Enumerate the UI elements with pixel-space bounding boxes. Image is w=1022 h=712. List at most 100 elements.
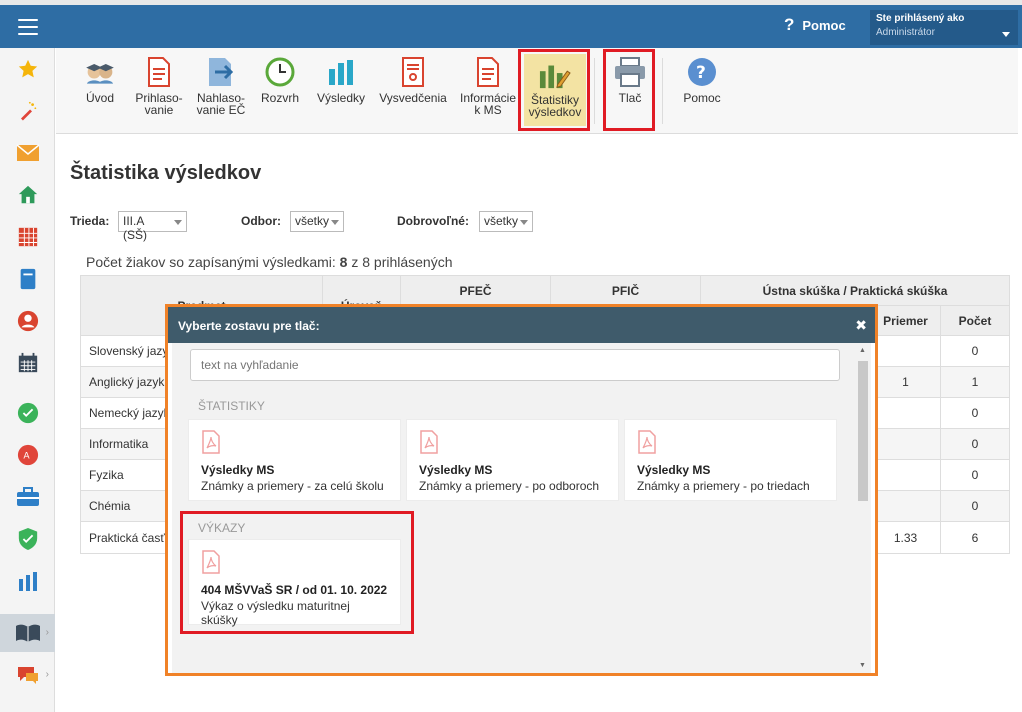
chevron-down-icon	[331, 220, 339, 225]
sidebar-item-attendance[interactable]	[0, 394, 55, 432]
scroll-down-icon[interactable]: ▼	[859, 662, 866, 669]
pdf-icon	[638, 430, 656, 454]
sidebar-item-wizard[interactable]	[0, 92, 55, 130]
header-help-label: Pomoc	[802, 17, 846, 33]
sidebar-item-classbook[interactable]	[0, 260, 55, 298]
pdf-icon	[420, 430, 438, 454]
card-subtitle: Známky a priemery - za celú školu	[201, 479, 384, 493]
filter-trieda-select[interactable]: III.A (SŠ)	[118, 211, 187, 242]
page-title: Štatistika výsledkov	[70, 162, 262, 184]
dialog-scrollbar[interactable]: ▲ ▼	[857, 347, 869, 669]
sidebar-item-grades[interactable]: A	[0, 436, 55, 474]
card-subtitle: Známky a priemery - po odboroch	[419, 479, 600, 493]
sidebar-item-school[interactable]	[0, 176, 55, 214]
toolbar-pomoc-label: Pomoc	[683, 91, 721, 105]
magic-wand-icon	[20, 101, 36, 121]
hamburger-menu-icon[interactable]	[18, 19, 38, 35]
toolbar-uvod-label: Úvod	[85, 91, 114, 105]
scroll-thumb[interactable]	[858, 361, 868, 501]
section-statistiky: ŠTATISTIKY	[198, 399, 265, 413]
header-ustna: Ústna skúška / Praktická skúška	[700, 275, 1010, 306]
chevron-right-icon: ›	[45, 627, 49, 638]
chevron-down-icon	[1002, 32, 1010, 37]
toolbar-vysvedcenia-label: Vysvedčenia	[379, 91, 447, 105]
row-pocet: 0	[940, 397, 1010, 429]
toolbar-prihlasovanie[interactable]: Prihlaso- vanie	[132, 56, 186, 116]
bar-chart-icon	[329, 60, 353, 85]
row-priemer	[870, 397, 941, 429]
sidebar-item-management[interactable]	[0, 478, 55, 516]
toolbar-informacie[interactable]: Informácie k MS	[458, 56, 518, 116]
toolbar-rozvrh[interactable]: Rozvrh	[256, 56, 304, 104]
row-priemer	[870, 459, 941, 491]
user-role: Administrátor	[876, 27, 935, 38]
notebook-icon	[20, 268, 35, 290]
row-priemer	[870, 335, 941, 367]
report-card-odbory[interactable]: Výsledky MS Známky a priemery - po odbor…	[406, 419, 619, 501]
calendar-icon	[18, 352, 37, 373]
shield-icon	[18, 528, 37, 550]
toolbar-nahlasovanie[interactable]: Nahlaso- vanie EČ	[194, 56, 248, 116]
top-bar: ? Pomoc Ste prihlásený ako Administrátor	[0, 0, 1022, 48]
scroll-up-icon[interactable]: ▲	[859, 347, 866, 354]
toolbar-uvod[interactable]: Úvod	[76, 56, 124, 104]
filter-odbor-value: všetky	[295, 214, 330, 228]
toolbar-pomoc[interactable]: ? Pomoc	[678, 56, 726, 104]
svg-text:?: ?	[696, 63, 706, 83]
bar-chart-icon	[18, 572, 37, 591]
toolbar-vysledky-label: Výsledky	[316, 91, 366, 105]
row-priemer: 1.33	[870, 521, 941, 554]
student-count: Počet žiakov so zapísanými výsledkami: 8…	[86, 254, 453, 270]
toolbar-separator	[594, 58, 595, 124]
row-pocet: 1	[940, 366, 1010, 398]
row-pocet: 0	[940, 335, 1010, 367]
chevron-down-icon	[174, 220, 182, 225]
badge-icon: A	[17, 444, 38, 466]
sidebar-item-statistics[interactable]	[0, 562, 55, 600]
help-icon: ?	[784, 15, 795, 34]
row-pocet: 0	[940, 490, 1010, 522]
home-icon	[18, 185, 37, 204]
toolbar-rozvrh-label: Rozvrh	[260, 91, 299, 105]
toolbar-informacie-label: Informácie k MS	[459, 91, 517, 117]
header-help-link[interactable]: ? Pomoc	[784, 15, 846, 35]
sidebar-item-calendar[interactable]	[0, 344, 55, 382]
header-priemer: Priemer	[870, 305, 941, 336]
check-circle-icon	[17, 402, 38, 424]
sidebar-item-messages[interactable]	[0, 134, 55, 172]
row-pocet: 6	[940, 521, 1010, 554]
search-input[interactable]	[190, 349, 840, 381]
toolbar-prihlasovanie-label: Prihlaso- vanie	[135, 91, 183, 117]
pdf-icon	[202, 430, 220, 454]
card-title: Výsledky MS	[637, 463, 711, 477]
sidebar-item-favorites[interactable]	[0, 50, 55, 88]
user-line1: Ste prihlásený ako	[876, 13, 965, 24]
chat-icon	[17, 667, 38, 684]
dialog-header: Vyberte zostavu pre tlač: ✖	[168, 307, 875, 343]
open-book-icon	[15, 624, 40, 642]
row-pocet: 0	[940, 428, 1010, 460]
toolbar-vysvedcenia[interactable]: Vysvedčenia	[376, 56, 450, 104]
report-card-triedy[interactable]: Výsledky MS Známky a priemery - po tried…	[624, 419, 837, 501]
filter-dobrovolne-select[interactable]: všetky	[479, 211, 533, 232]
briefcase-icon	[16, 487, 39, 506]
sidebar-item-maturita[interactable]: ›	[0, 614, 55, 652]
row-priemer	[870, 428, 941, 460]
highlight-vykazy	[180, 511, 414, 634]
svg-text:A: A	[23, 451, 30, 462]
filter-odbor-select[interactable]: všetky	[290, 211, 344, 232]
sidebar-item-timetable[interactable]	[0, 218, 55, 256]
sidebar-item-communication[interactable]: ›	[0, 656, 55, 694]
card-subtitle: Známky a priemery - po triedach	[637, 479, 810, 493]
sidebar-item-students[interactable]	[0, 302, 55, 340]
report-card-skola[interactable]: Výsledky MS Známky a priemery - za celú …	[188, 419, 401, 501]
toolbar-vysledky[interactable]: Výsledky	[312, 56, 370, 104]
row-priemer: 1	[870, 366, 941, 398]
dialog-title: Vyberte zostavu pre tlač:	[178, 319, 320, 333]
highlight-statistiky	[518, 49, 590, 131]
user-menu[interactable]: Ste prihlásený ako Administrátor	[870, 10, 1018, 45]
close-icon[interactable]: ✖	[855, 317, 867, 334]
clock-icon	[265, 57, 295, 87]
envelope-icon	[16, 144, 39, 161]
sidebar-item-security[interactable]	[0, 520, 55, 558]
